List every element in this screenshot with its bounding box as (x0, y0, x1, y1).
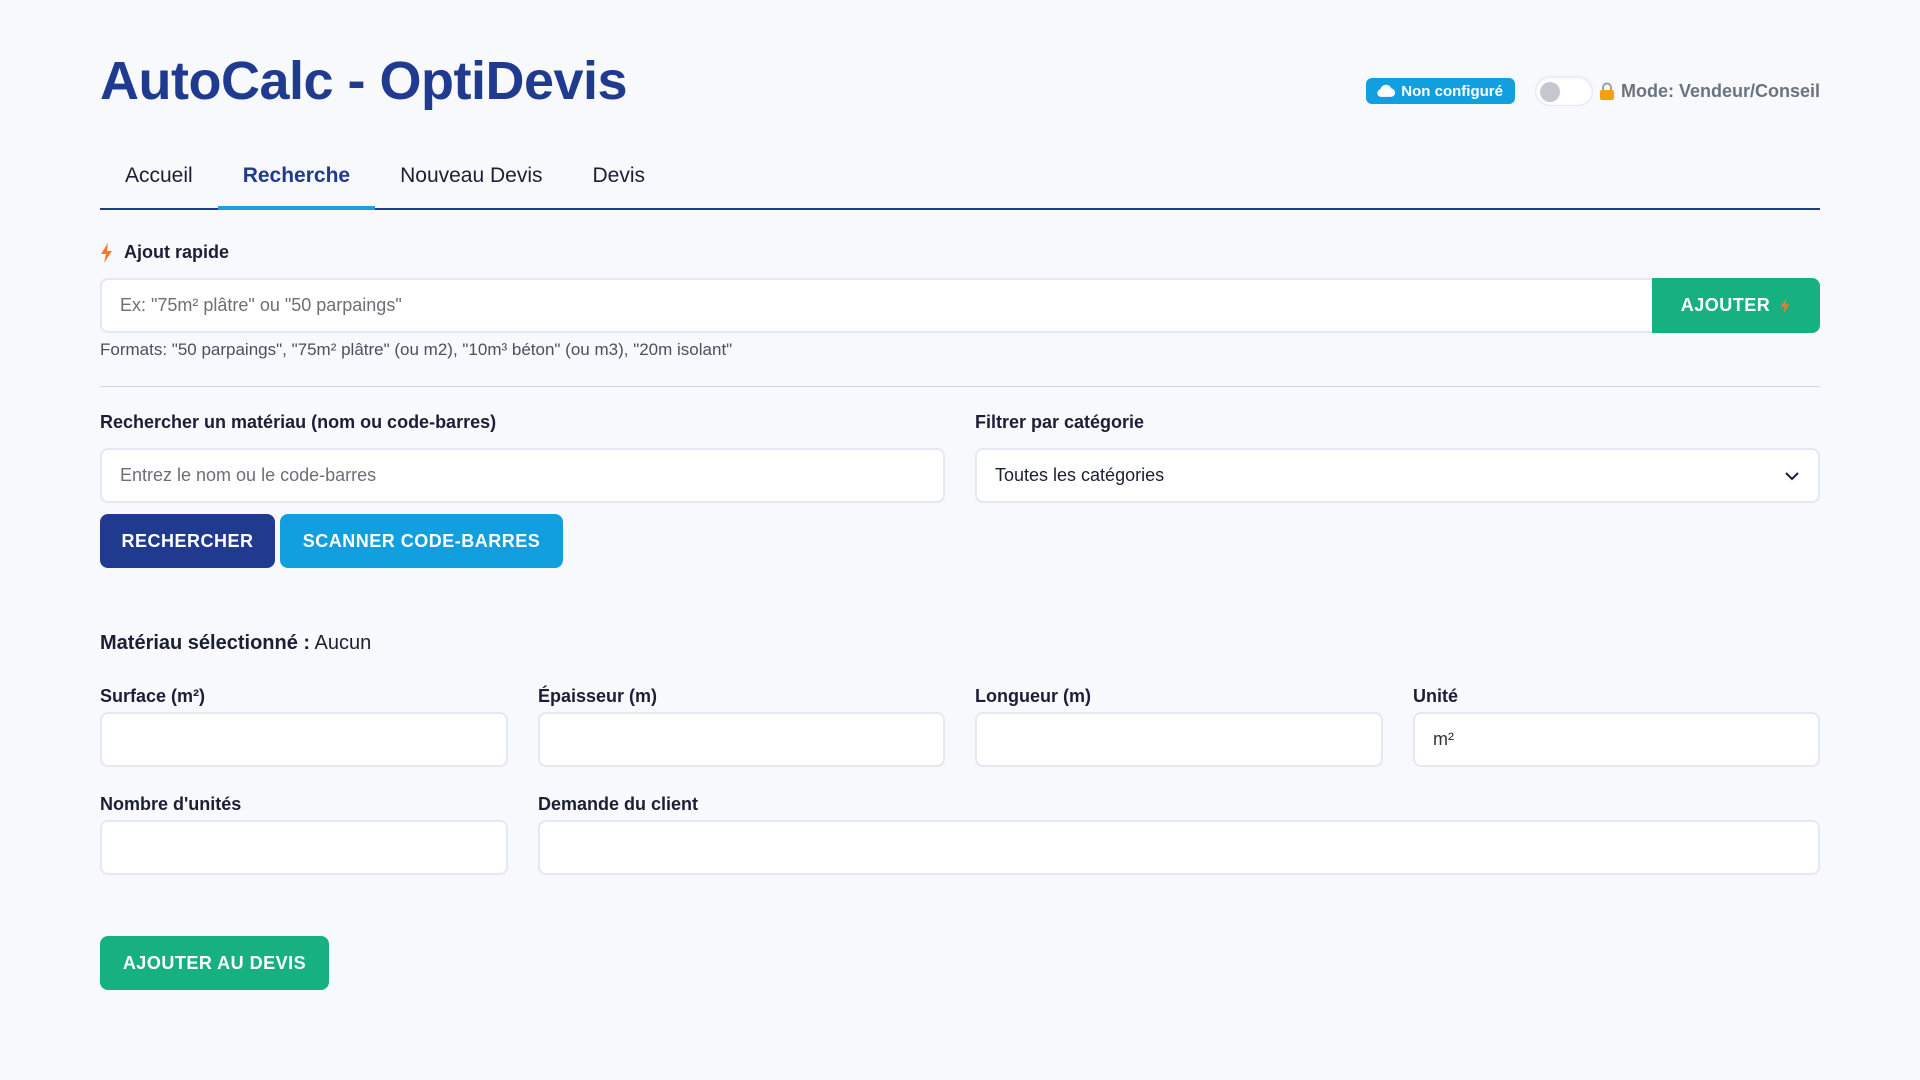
surface-input[interactable] (100, 712, 508, 767)
epaisseur-input[interactable] (538, 712, 945, 767)
mode-label: Mode: Vendeur/Conseil (1620, 80, 1820, 101)
chevron-down-icon (1785, 471, 1799, 480)
cloud-badge-label: Non configuré (1401, 82, 1503, 100)
demande-client-input[interactable] (538, 820, 1820, 875)
section-divider (100, 386, 1820, 387)
main-tabs: Accueil Recherche Nouveau Devis Devis (100, 158, 1820, 210)
tab-devis[interactable]: Devis (568, 158, 671, 210)
search-button[interactable]: RECHERCHER (100, 514, 275, 568)
quick-add-row: AJOUTER (100, 278, 1820, 333)
bolt-icon (1781, 297, 1790, 314)
search-label: Rechercher un matériau (nom ou code-barr… (100, 412, 497, 432)
category-select[interactable]: Toutes les catégories (975, 448, 1820, 503)
surface-label: Surface (m²) (100, 686, 206, 706)
longueur-label: Longueur (m) (975, 686, 1091, 706)
quick-add-input[interactable] (100, 278, 1652, 333)
add-to-quote-button[interactable]: AJOUTER AU DEVIS (100, 936, 329, 990)
filter-label: Filtrer par catégorie (975, 412, 1145, 432)
search-input[interactable] (100, 448, 945, 503)
category-select-value: Toutes les catégories (995, 465, 1165, 485)
selected-material: Matériau sélectionné : Aucun (100, 632, 371, 655)
cloud-icon (1377, 84, 1396, 97)
unite-label: Unité (1413, 686, 1458, 706)
lock-icon (1599, 82, 1614, 100)
unite-input[interactable] (1413, 712, 1820, 767)
tab-recherche[interactable]: Recherche (217, 158, 376, 210)
tab-nouveau-devis[interactable]: Nouveau Devis (375, 158, 567, 210)
nombre-unites-label: Nombre d'unités (100, 794, 242, 814)
toggle-knob (1539, 82, 1560, 102)
mode-switcher: Mode: Vendeur/Conseil (1534, 76, 1820, 106)
formats-hint: Formats: "50 parpaings", "75m² plâtre" (… (100, 340, 733, 359)
longueur-input[interactable] (975, 712, 1383, 767)
selected-material-value: Aucun (314, 632, 372, 654)
demande-client-label: Demande du client (538, 794, 699, 814)
quick-add-label: Ajout rapide (124, 242, 230, 262)
quick-add-button[interactable]: AJOUTER (1652, 278, 1820, 333)
mode-toggle[interactable] (1534, 76, 1593, 106)
app-title: AutoCalc - OptiDevis (100, 51, 628, 111)
page-container: AutoCalc - OptiDevis Non configuré Mode:… (100, 0, 1820, 990)
scan-barcode-button[interactable]: SCANNER CODE-BARRES (280, 514, 563, 568)
header-controls: Non configuré Mode: Vendeur/Conseil (1366, 76, 1820, 106)
cloud-status-badge[interactable]: Non configuré (1366, 78, 1515, 104)
quick-add-heading: Ajout rapide (100, 242, 229, 263)
epaisseur-label: Épaisseur (m) (538, 686, 658, 706)
header: AutoCalc - OptiDevis Non configuré Mode:… (100, 0, 1820, 140)
selected-material-label: Matériau sélectionné : (100, 632, 311, 654)
bolt-icon (101, 242, 112, 263)
quick-add-button-label: AJOUTER (1680, 295, 1771, 315)
tab-accueil[interactable]: Accueil (100, 158, 218, 210)
nombre-unites-input[interactable] (100, 820, 508, 875)
